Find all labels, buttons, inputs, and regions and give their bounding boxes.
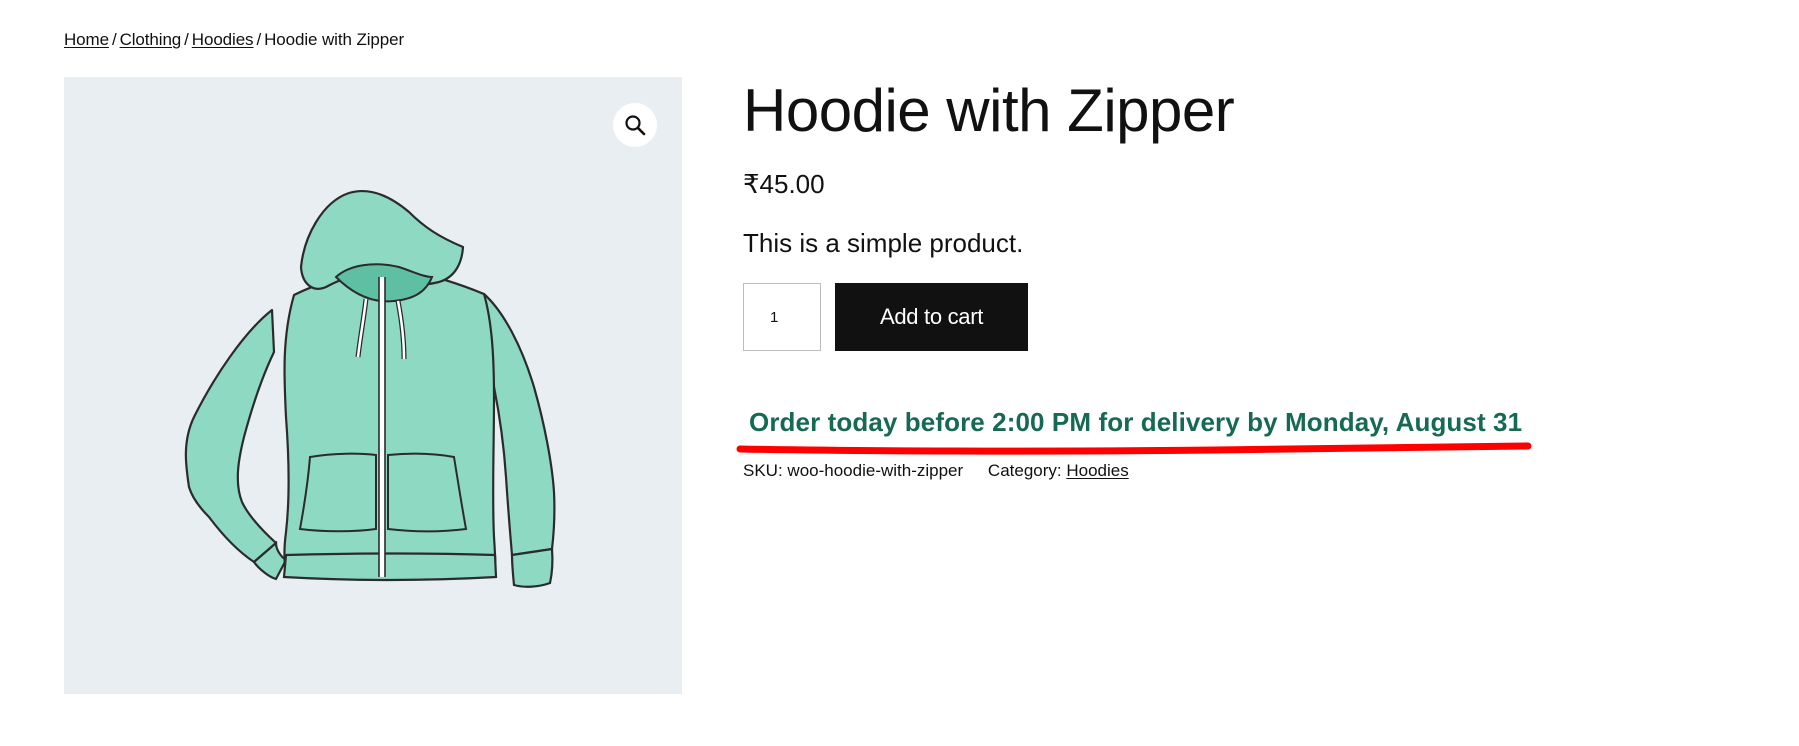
- category-label: Category:: [987, 461, 1062, 480]
- product-short-description: This is a simple product.: [743, 228, 1024, 258]
- sku-value: woo-hoodie-with-zipper: [787, 461, 964, 480]
- product-summary: Hoodie with Zipper ₹45.00 This is a simp…: [736, 70, 1743, 481]
- zoom-button[interactable]: [613, 103, 657, 147]
- add-to-cart-form: Add to cart: [743, 283, 1743, 351]
- breadcrumb-link-clothing[interactable]: Clothing: [120, 30, 182, 49]
- product-title: Hoodie with Zipper: [743, 77, 1235, 144]
- delivery-message: Order today before 2:00 PM for delivery …: [749, 407, 1523, 437]
- product-meta: SKU: woo-hoodie-with-zipper Category: Ho…: [743, 461, 1743, 481]
- hoodie-waistband: [282, 552, 498, 582]
- breadcrumb-separator: /: [256, 30, 262, 49]
- magnifier-icon: [625, 115, 646, 136]
- breadcrumb: Home / Clothing / Hoodies / Hoodie with Zipper: [64, 30, 404, 50]
- category: Category: Hoodies: [988, 461, 1129, 480]
- breadcrumb-current: Hoodie with Zipper: [264, 30, 405, 49]
- delivery-estimate: Order today before 2:00 PM for delivery …: [736, 405, 1743, 455]
- product-price: ₹45.00: [743, 169, 825, 199]
- breadcrumb-link-hoodies[interactable]: Hoodies: [192, 30, 254, 49]
- hoodie-image[interactable]: [64, 77, 682, 694]
- product-page: Home / Clothing / Hoodies / Hoodie with Zipper: [0, 0, 1799, 746]
- sku: SKU: woo-hoodie-with-zipper: [743, 461, 963, 480]
- sku-label: SKU:: [743, 461, 783, 480]
- product-gallery[interactable]: [64, 77, 682, 694]
- quantity-input[interactable]: [743, 283, 821, 351]
- breadcrumb-separator: /: [184, 30, 189, 49]
- breadcrumb-separator: /: [111, 30, 117, 49]
- add-to-cart-button[interactable]: Add to cart: [835, 283, 1028, 351]
- breadcrumb-link-home[interactable]: Home: [64, 30, 109, 49]
- hoodie-right-cuff: [510, 547, 554, 588]
- hoodie-left-sleeve: [184, 308, 278, 564]
- category-link-hoodies[interactable]: Hoodies: [1066, 461, 1128, 480]
- red-underline-annotation: [736, 442, 1532, 455]
